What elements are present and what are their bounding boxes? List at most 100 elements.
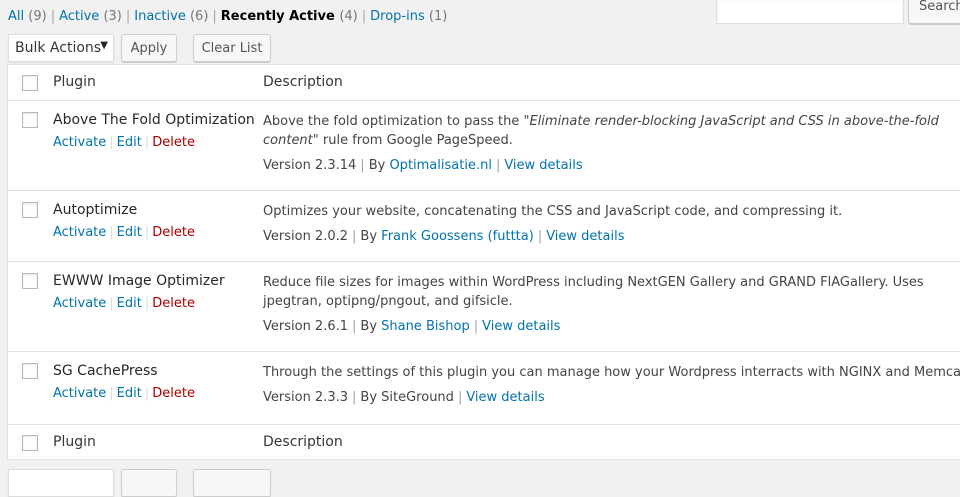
- plugin-version: Version 2.3.14: [263, 158, 357, 173]
- separator: |: [360, 158, 365, 173]
- column-header-plugin: Plugin: [53, 74, 96, 90]
- filter-all[interactable]: All (9): [8, 9, 47, 24]
- separator: |: [144, 225, 150, 240]
- plugin-version: Version 2.3.3: [263, 390, 349, 405]
- bulk-actions-select[interactable]: Bulk Actions ▼: [8, 34, 114, 62]
- column-header-description: Description: [263, 74, 343, 90]
- activate-link[interactable]: Activate: [53, 386, 106, 401]
- plugin-description: Above the fold optimization to pass the …: [263, 114, 939, 148]
- row-actions: Activate | Edit | Delete: [53, 296, 195, 311]
- view-details-link[interactable]: View details: [482, 319, 560, 334]
- column-footer-description: Description: [263, 434, 343, 450]
- separator: |: [50, 9, 56, 24]
- by-label: By: [360, 229, 378, 244]
- table-footer: Plugin Description: [8, 424, 960, 460]
- separator: |: [352, 390, 357, 405]
- delete-link[interactable]: Delete: [152, 135, 195, 150]
- separator: |: [212, 9, 217, 24]
- select-all-checkbox[interactable]: [22, 75, 38, 91]
- column-footer-plugin: Plugin: [53, 434, 96, 450]
- separator: |: [352, 319, 357, 334]
- search-input[interactable]: [716, 0, 904, 24]
- separator: |: [144, 296, 150, 311]
- separator: |: [109, 225, 114, 240]
- author-link[interactable]: Optimalisatie.nl: [389, 158, 491, 173]
- plugin-description: Reduce file sizes for images within Word…: [263, 275, 924, 309]
- plugin-title: SG CachePress: [53, 363, 158, 379]
- row-actions: Activate | Edit | Delete: [53, 135, 195, 150]
- separator: |: [109, 296, 114, 311]
- separator: |: [473, 319, 479, 334]
- author-link[interactable]: Frank Goossens (futtta): [381, 229, 534, 244]
- plugin-row: Autoptimize Activate | Edit | Delete Optimiz…: [8, 191, 960, 262]
- select-all-checkbox-footer[interactable]: [22, 435, 38, 451]
- plugin-meta: Version 2.0.2 | By Frank Goossens (futtta)…: [263, 229, 625, 244]
- plugin-version: Version 2.6.1: [263, 319, 349, 334]
- delete-link[interactable]: Delete: [152, 225, 195, 240]
- separator: |: [352, 229, 357, 244]
- chevron-down-icon: ▼: [100, 40, 108, 51]
- filter-dropins-count: (1): [428, 9, 448, 24]
- separator: |: [495, 158, 501, 173]
- plugin-title: EWWW Image Optimizer: [53, 273, 225, 289]
- by-label: By SiteGround: [360, 390, 454, 405]
- apply-button[interactable]: Apply: [121, 34, 177, 62]
- plugins-table: Plugin Description Above The Fold Optimi…: [7, 64, 960, 460]
- separator: |: [457, 390, 463, 405]
- plugin-meta: Version 2.3.3 | By SiteGround | View details: [263, 390, 545, 405]
- plugin-checkbox[interactable]: [22, 112, 38, 128]
- separator: |: [144, 386, 150, 401]
- plugin-row: Above The Fold Optimization Activate | Edi…: [8, 101, 960, 191]
- activate-link[interactable]: Activate: [53, 225, 106, 240]
- separator: |: [537, 229, 543, 244]
- row-actions: Activate | Edit | Delete: [53, 386, 195, 401]
- separator: |: [125, 9, 131, 24]
- separator: |: [361, 9, 367, 24]
- activate-link[interactable]: Activate: [53, 135, 106, 150]
- view-details-link[interactable]: View details: [504, 158, 582, 173]
- apply-button-bottom[interactable]: [121, 469, 177, 497]
- plugin-description: Through the settings of this plugin you …: [263, 365, 960, 380]
- by-label: By: [368, 158, 386, 173]
- by-label: By: [360, 319, 378, 334]
- plugin-description: Optimizes your website, concatenating th…: [263, 204, 843, 219]
- delete-link[interactable]: Delete: [152, 386, 195, 401]
- bulk-actions-label: Bulk Actions: [15, 40, 102, 56]
- filter-active-count: (3): [103, 9, 122, 24]
- row-actions: Activate | Edit | Delete: [53, 225, 195, 240]
- separator: |: [109, 135, 114, 150]
- clear-list-button-bottom[interactable]: [193, 469, 271, 497]
- edit-link[interactable]: Edit: [117, 296, 142, 311]
- filter-inactive-count: (6): [189, 9, 209, 24]
- bulk-actions-select-bottom[interactable]: [8, 469, 114, 497]
- filter-dropins[interactable]: Drop-ins (1): [370, 9, 447, 24]
- plugin-meta: Version 2.3.14 | By Optimalisatie.nl | View …: [263, 158, 583, 173]
- plugin-row: SG CachePress Activate | Edit | Delete Throu…: [8, 352, 960, 424]
- clear-list-button[interactable]: Clear List: [193, 34, 271, 62]
- filter-all-count: (9): [28, 9, 47, 24]
- plugin-checkbox[interactable]: [22, 273, 38, 289]
- edit-link[interactable]: Edit: [117, 135, 142, 150]
- plugin-row: EWWW Image Optimizer Activate | Edit | Delet…: [8, 262, 960, 352]
- filter-active[interactable]: Active (3): [59, 9, 122, 24]
- separator: |: [109, 386, 114, 401]
- plugin-title: Autoptimize: [53, 202, 138, 218]
- plugin-checkbox[interactable]: [22, 202, 38, 218]
- view-details-link[interactable]: View details: [466, 390, 544, 405]
- view-details-link[interactable]: View details: [546, 229, 624, 244]
- table-header: Plugin Description: [8, 65, 960, 101]
- plugin-meta: Version 2.6.1 | By Shane Bishop | View detai…: [263, 319, 560, 334]
- plugin-title: Above The Fold Optimization: [53, 112, 255, 128]
- search-button[interactable]: Search: [908, 0, 960, 24]
- activate-link[interactable]: Activate: [53, 296, 106, 311]
- filter-inactive[interactable]: Inactive (6): [134, 9, 208, 24]
- separator: |: [144, 135, 150, 150]
- delete-link[interactable]: Delete: [152, 296, 195, 311]
- filter-recently-active-count: (4): [339, 9, 358, 24]
- filter-recently-active[interactable]: Recently Active (4): [221, 9, 358, 24]
- author-link[interactable]: Shane Bishop: [381, 319, 470, 334]
- edit-link[interactable]: Edit: [117, 386, 142, 401]
- plugin-version: Version 2.0.2: [263, 229, 349, 244]
- edit-link[interactable]: Edit: [117, 225, 142, 240]
- plugin-checkbox[interactable]: [22, 363, 38, 379]
